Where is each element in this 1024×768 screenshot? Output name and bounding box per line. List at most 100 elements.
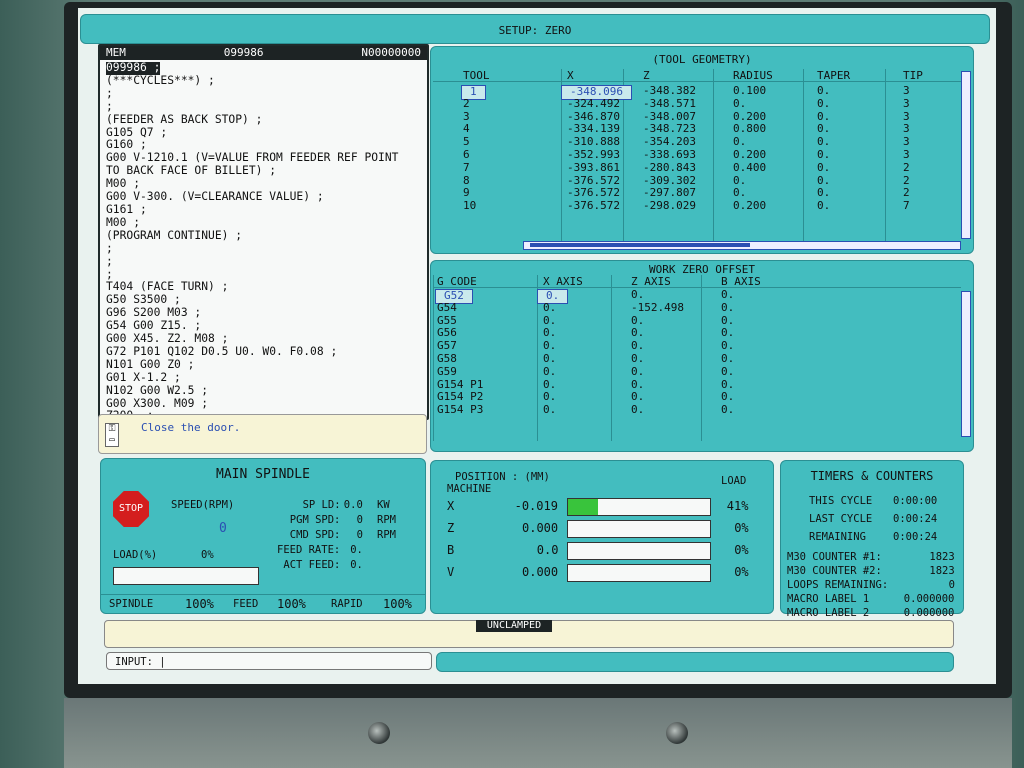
table-cell[interactable]: 3	[903, 110, 910, 124]
table-cell[interactable]: G57	[437, 340, 457, 353]
table-cell[interactable]: 0.	[817, 161, 830, 175]
program-line[interactable]: N101 G00 Z0 ;	[106, 358, 421, 372]
table-cell[interactable]: 0.100	[733, 84, 766, 98]
table-cell[interactable]: 0.	[733, 97, 746, 111]
table-row[interactable]: 2 -324.492 -348.571 0. 0. 3	[433, 97, 961, 111]
table-cell[interactable]: 3	[463, 110, 470, 124]
table-cell[interactable]: 8	[463, 174, 470, 188]
table-cell[interactable]: 0.	[543, 352, 556, 366]
tool-geometry-grid[interactable]: TOOL X Z RADIUS TAPER TIP 1 -348.096 -348.382 0.1…	[433, 69, 961, 243]
table-row[interactable]: 7 -393.861 -280.843 0.400 0. 2	[433, 161, 961, 175]
work-zero-grid[interactable]: G CODE X AXIS Z AXIS B AXIS G52 0. 0. 0. G54 0. -1…	[433, 275, 961, 441]
table-cell[interactable]: 0.	[817, 84, 830, 98]
table-cell[interactable]: -298.029	[643, 200, 696, 213]
table-cell[interactable]: 0.	[817, 136, 830, 149]
table-cell[interactable]: -348.382	[643, 84, 696, 98]
table-cell[interactable]: 0.	[817, 123, 830, 136]
program-line[interactable]: N102 G00 W2.5 ;	[106, 384, 421, 398]
table-cell[interactable]: 0.	[543, 314, 556, 328]
program-line[interactable]: (FEEDER AS BACK STOP) ;	[106, 113, 421, 127]
table-cell[interactable]: 0.	[543, 378, 556, 392]
program-line[interactable]: G00 V-300. (V=CLEARANCE VALUE) ;	[106, 190, 421, 204]
table-cell[interactable]: -354.203	[643, 136, 696, 149]
program-lines[interactable]: 099986 ; (***CYCLES***) ;;; (FEEDER AS BAC…	[100, 60, 427, 425]
table-cell[interactable]: 0.400	[733, 161, 766, 175]
table-cell[interactable]: 0.	[631, 352, 644, 366]
table-cell[interactable]: 0.	[721, 404, 734, 417]
program-line[interactable]: G72 P101 Q102 D0.5 U0. W0. F0.08 ;	[106, 345, 421, 359]
table-cell[interactable]: 0.	[543, 391, 556, 404]
work-zero-scrollbar[interactable]	[961, 291, 971, 437]
table-cell[interactable]: 0.	[631, 340, 644, 353]
table-cell[interactable]: 0.	[721, 352, 734, 366]
program-line[interactable]: G105 Q7 ;	[106, 126, 421, 140]
table-cell[interactable]: G154 P1	[437, 378, 483, 392]
table-cell[interactable]: 0.	[733, 136, 746, 149]
program-line[interactable]: ;	[106, 255, 421, 269]
table-cell[interactable]: 6	[463, 148, 470, 162]
table-cell[interactable]: 0.	[721, 365, 734, 379]
table-row[interactable]: G58 0. 0. 0.	[433, 352, 961, 366]
table-cell[interactable]: -152.498	[631, 301, 684, 315]
program-line[interactable]: G01 X-1.2 ;	[106, 371, 421, 385]
table-cell[interactable]: 3	[903, 97, 910, 111]
table-cell[interactable]: -297.807	[643, 187, 696, 200]
table-row[interactable]: G154 P3 0. 0. 0.	[433, 404, 961, 417]
table-cell[interactable]: -280.843	[643, 161, 696, 175]
table-cell[interactable]: 0.	[631, 378, 644, 392]
input-field[interactable]: INPUT: |	[106, 652, 432, 670]
table-cell[interactable]: -334.139	[567, 123, 620, 136]
table-cell[interactable]: -309.302	[643, 174, 696, 188]
table-cell[interactable]: 2	[903, 161, 910, 175]
table-row[interactable]: G154 P1 0. 0. 0.	[433, 378, 961, 392]
table-cell[interactable]: G154 P3	[437, 404, 483, 417]
work-zero-offset-table[interactable]: WORK ZERO OFFSET G CODE X AXIS Z AXIS B AXI…	[430, 260, 974, 452]
table-cell[interactable]: 0.	[721, 301, 734, 315]
table-cell[interactable]: 0.	[817, 200, 830, 213]
table-cell[interactable]: 2	[463, 97, 470, 111]
program-listing[interactable]: MEM 099986 N00000000 099986 ; (***CYCLES*…	[98, 44, 429, 422]
table-cell[interactable]: 3	[903, 84, 910, 98]
table-cell[interactable]: 0.	[721, 378, 734, 392]
program-line[interactable]: ;	[106, 242, 421, 256]
table-cell[interactable]: G54	[437, 301, 457, 315]
table-cell[interactable]: 5	[463, 136, 470, 149]
table-cell[interactable]: 3	[903, 136, 910, 149]
table-cell[interactable]: -348.007	[643, 110, 696, 124]
table-cell[interactable]: 0.	[733, 174, 746, 188]
table-cell[interactable]: -346.870	[567, 110, 620, 124]
table-cell[interactable]: 3	[903, 123, 910, 136]
table-cell[interactable]: 10	[463, 200, 476, 213]
table-cell[interactable]: 0.	[543, 301, 556, 315]
table-row[interactable]: 4 -334.139 -348.723 0.800 0. 3	[433, 123, 961, 136]
table-cell[interactable]: 0.	[817, 174, 830, 188]
table-row[interactable]: 9 -376.572 -297.807 0. 0. 2	[433, 187, 961, 200]
table-cell[interactable]: 0.200	[733, 200, 766, 213]
table-cell[interactable]: -376.572	[567, 187, 620, 200]
table-cell[interactable]: 0.	[721, 327, 734, 340]
table-cell[interactable]: 0.	[817, 97, 830, 111]
table-cell[interactable]: 3	[903, 148, 910, 162]
table-row[interactable]: 10 -376.572 -298.029 0.200 0. 7	[433, 200, 961, 213]
program-line[interactable]: ;	[106, 87, 421, 101]
table-cell[interactable]: 0.	[817, 187, 830, 200]
table-cell[interactable]: G154 P2	[437, 391, 483, 404]
table-cell[interactable]: -324.492	[567, 97, 620, 111]
table-cell[interactable]: -393.861	[567, 161, 620, 175]
table-row[interactable]: G52 0. 0. 0.	[433, 288, 961, 304]
table-cell[interactable]: G59	[437, 365, 457, 379]
table-row[interactable]: G55 0. 0. 0.	[433, 314, 961, 328]
table-cell[interactable]: 0.	[631, 404, 644, 417]
program-line[interactable]: G161 ;	[106, 203, 421, 217]
table-cell[interactable]: 0.	[543, 327, 556, 340]
table-cell[interactable]: 0.	[543, 365, 556, 379]
table-cell[interactable]: 0.	[817, 110, 830, 124]
table-cell[interactable]: 0.	[631, 314, 644, 328]
program-line[interactable]: TO BACK FACE OF BILLET) ;	[106, 164, 421, 178]
tool-geometry-scrollbar[interactable]	[961, 71, 971, 239]
table-cell[interactable]: 2	[903, 174, 910, 188]
table-cell[interactable]: 0.200	[733, 110, 766, 124]
table-cell[interactable]: 0.	[631, 365, 644, 379]
table-cell[interactable]: 0.	[733, 187, 746, 200]
table-row[interactable]: G154 P2 0. 0. 0.	[433, 391, 961, 404]
